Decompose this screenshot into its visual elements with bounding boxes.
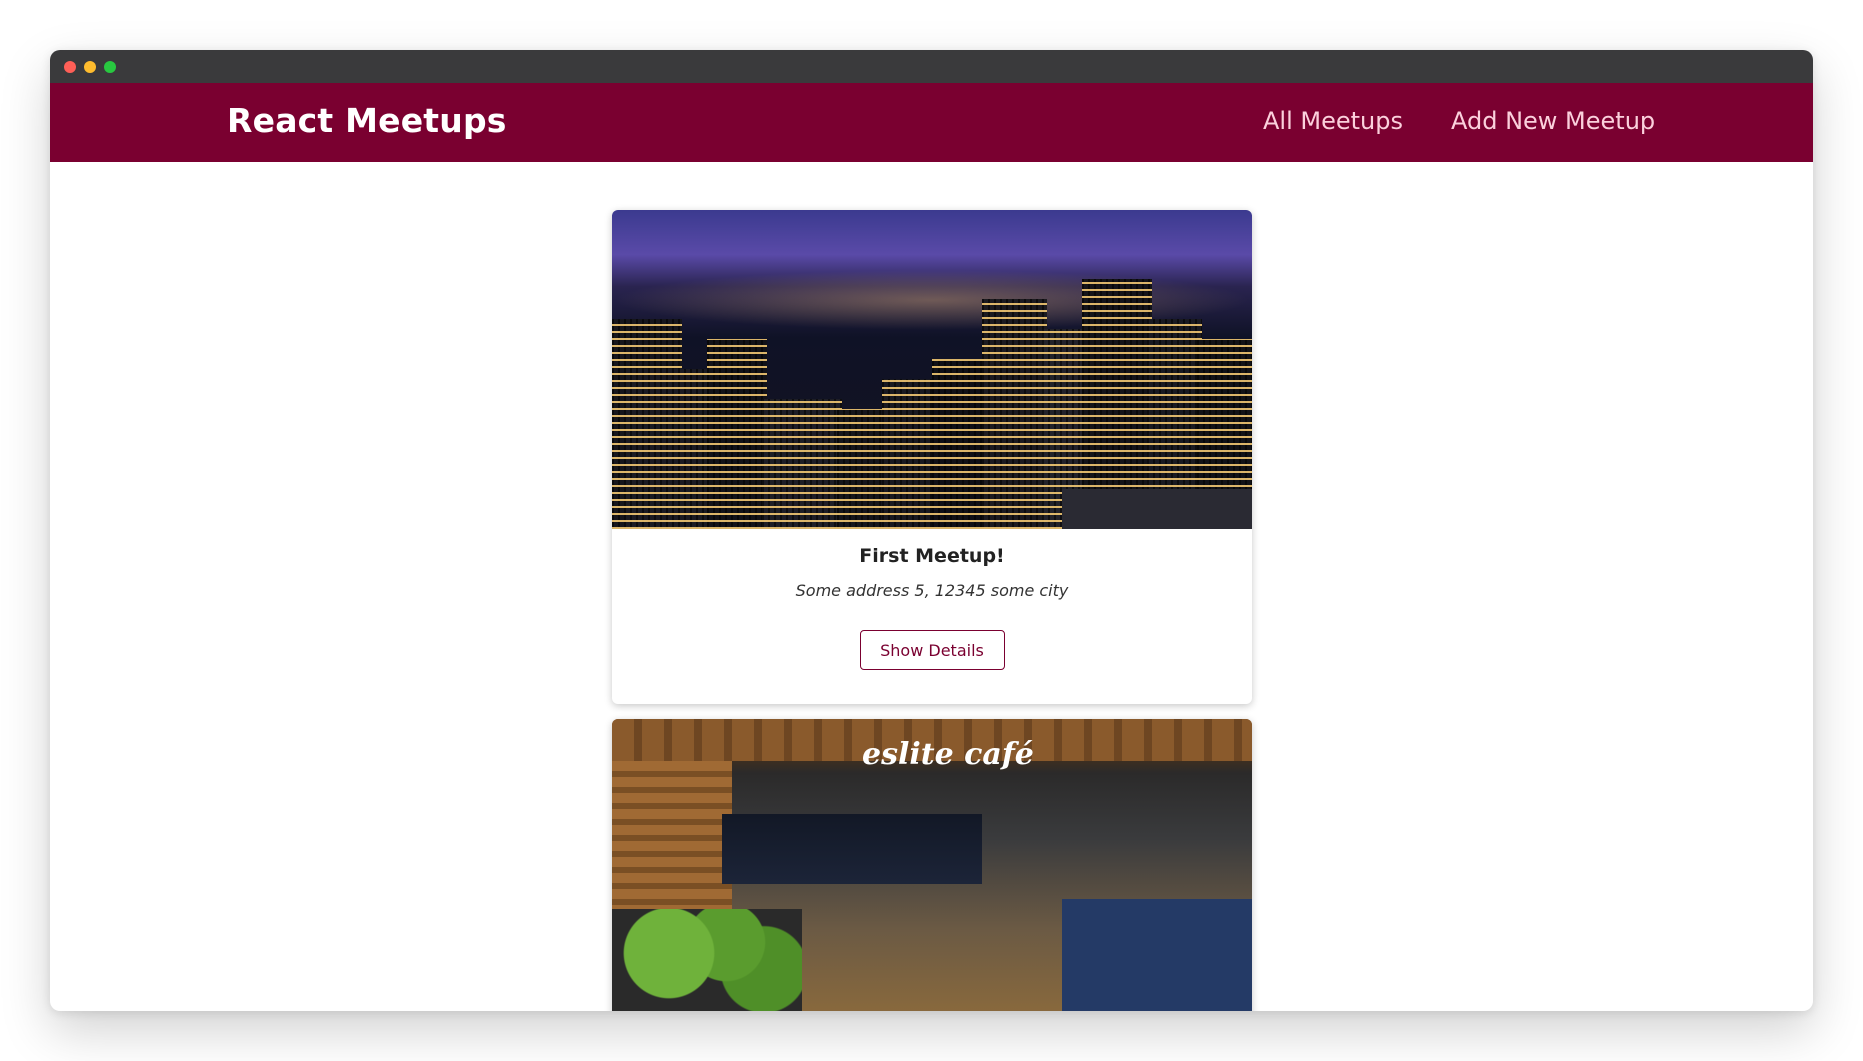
show-details-button[interactable]: Show Details: [859, 630, 1005, 670]
main-navigation: React Meetups All Meetups Add New Meetup: [50, 83, 1813, 162]
zoom-window-button[interactable]: [104, 60, 116, 73]
nav-link-all-meetups[interactable]: All Meetups: [1263, 107, 1403, 135]
minimize-window-button[interactable]: [84, 60, 96, 73]
app-logo: React Meetups: [227, 101, 507, 140]
browser-window: React Meetups All Meetups Add New Meetup: [50, 50, 1813, 1011]
meetup-image-city-skyline: [612, 210, 1252, 529]
nav-link-add-new-meetup[interactable]: Add New Meetup: [1451, 107, 1655, 135]
cafe-sign: eslite café: [862, 737, 1034, 772]
meetup-card: eslite café: [612, 719, 1252, 1011]
window-titlebar: [50, 50, 1813, 83]
meetup-image-cafe: eslite café: [612, 719, 1252, 1011]
close-window-button[interactable]: [64, 60, 76, 73]
meetup-list: First Meetup! Some address 5, 12345 some…: [50, 162, 1813, 1011]
nav-links: All Meetups Add New Meetup: [1263, 107, 1655, 135]
meetup-card: First Meetup! Some address 5, 12345 some…: [612, 210, 1252, 704]
meetup-title: First Meetup!: [859, 545, 1005, 567]
meetup-address: Some address 5, 12345 some city: [795, 581, 1069, 600]
